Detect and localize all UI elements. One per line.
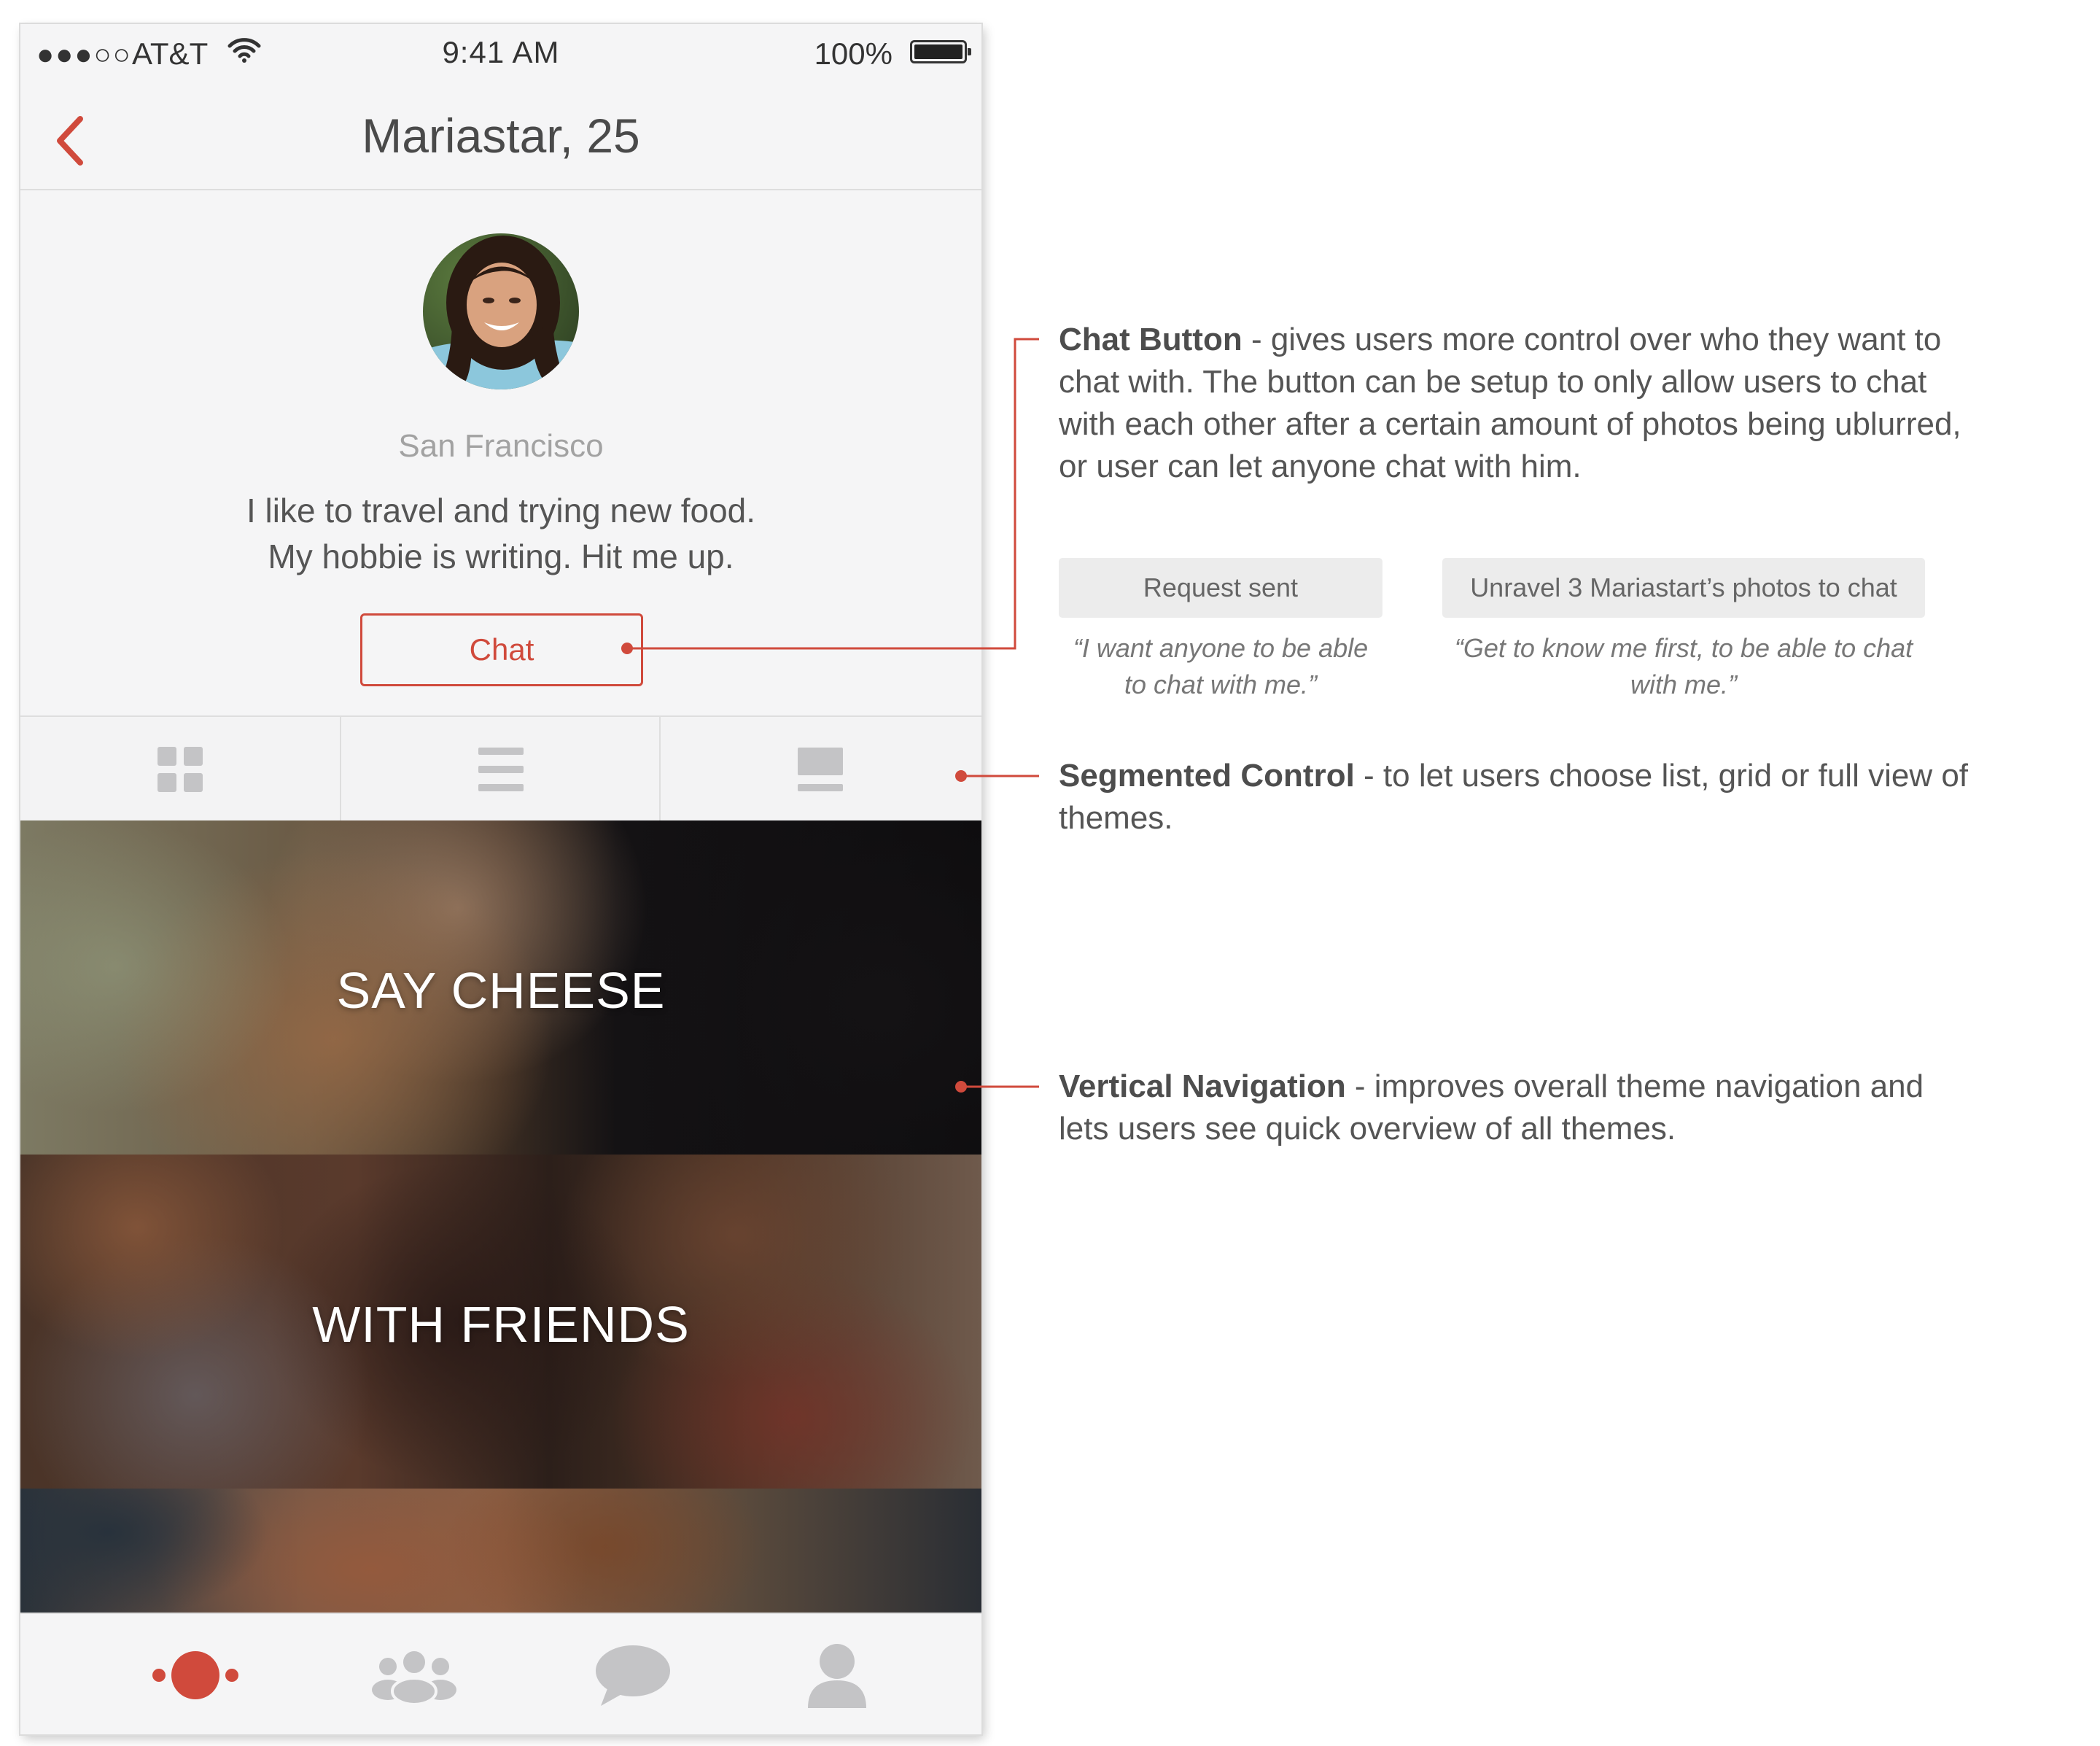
theme-title: SAY CHEESE bbox=[336, 962, 666, 1019]
annotation-heading: Chat Button bbox=[1059, 322, 1242, 357]
annotation-chat-button: Chat Button - gives users more control o… bbox=[1059, 319, 1978, 488]
example-unravel-button: Unravel 3 Mariastart’s photos to chat bbox=[1442, 558, 1925, 618]
chat-bubble-icon bbox=[596, 1645, 670, 1706]
battery-percent: 100% bbox=[814, 36, 892, 71]
theme-card[interactable]: SAY CHEESE bbox=[20, 820, 981, 1155]
tab-profile[interactable] bbox=[728, 1614, 946, 1734]
segment-grid[interactable] bbox=[20, 717, 340, 822]
annotation-heading: Vertical Navigation bbox=[1059, 1068, 1346, 1104]
page-title: Mariastar, 25 bbox=[362, 109, 640, 163]
profile-icon bbox=[808, 1643, 866, 1708]
phone-screen: ●●●○○ AT&T 9:41 AM 100% Mariastar, 25 Sa… bbox=[20, 24, 981, 1734]
bio-line-2: My hobbie is writing. Hit me up. bbox=[268, 538, 734, 575]
segmented-control bbox=[20, 715, 981, 822]
avatar bbox=[423, 233, 579, 389]
full-view-icon bbox=[798, 748, 843, 791]
bio-line-1: I like to travel and trying new food. bbox=[246, 492, 756, 529]
theme-card[interactable] bbox=[20, 1489, 981, 1613]
friends-icon bbox=[372, 1648, 456, 1704]
grid-view-icon bbox=[158, 747, 203, 792]
theme-title: WITH FRIENDS bbox=[312, 1296, 690, 1353]
tab-bar bbox=[20, 1613, 981, 1734]
segment-list[interactable] bbox=[340, 717, 661, 822]
annotation-heading: Segmented Control bbox=[1059, 758, 1355, 794]
theme-card[interactable]: WITH FRIENDS bbox=[20, 1155, 981, 1489]
segment-full[interactable] bbox=[659, 717, 980, 822]
chat-button[interactable]: Chat bbox=[360, 613, 643, 686]
list-view-icon bbox=[478, 748, 524, 791]
location-label: San Francisco bbox=[398, 428, 604, 464]
tab-friends[interactable] bbox=[305, 1614, 524, 1734]
example-request-sent-button: Request sent bbox=[1059, 558, 1382, 618]
example-quote: “Get to know me first, to be able to cha… bbox=[1454, 633, 1913, 699]
annotation-segmented-control: Segmented Control - to let users choose … bbox=[1059, 755, 1978, 839]
tab-chat[interactable] bbox=[524, 1614, 742, 1734]
example-quote: “I want anyone to be able to chat with m… bbox=[1073, 633, 1369, 699]
tab-discover[interactable] bbox=[86, 1614, 305, 1734]
annotation-vertical-navigation: Vertical Navigation - improves overall t… bbox=[1059, 1066, 1978, 1150]
discover-icon bbox=[152, 1650, 238, 1699]
battery-icon bbox=[910, 40, 971, 63]
